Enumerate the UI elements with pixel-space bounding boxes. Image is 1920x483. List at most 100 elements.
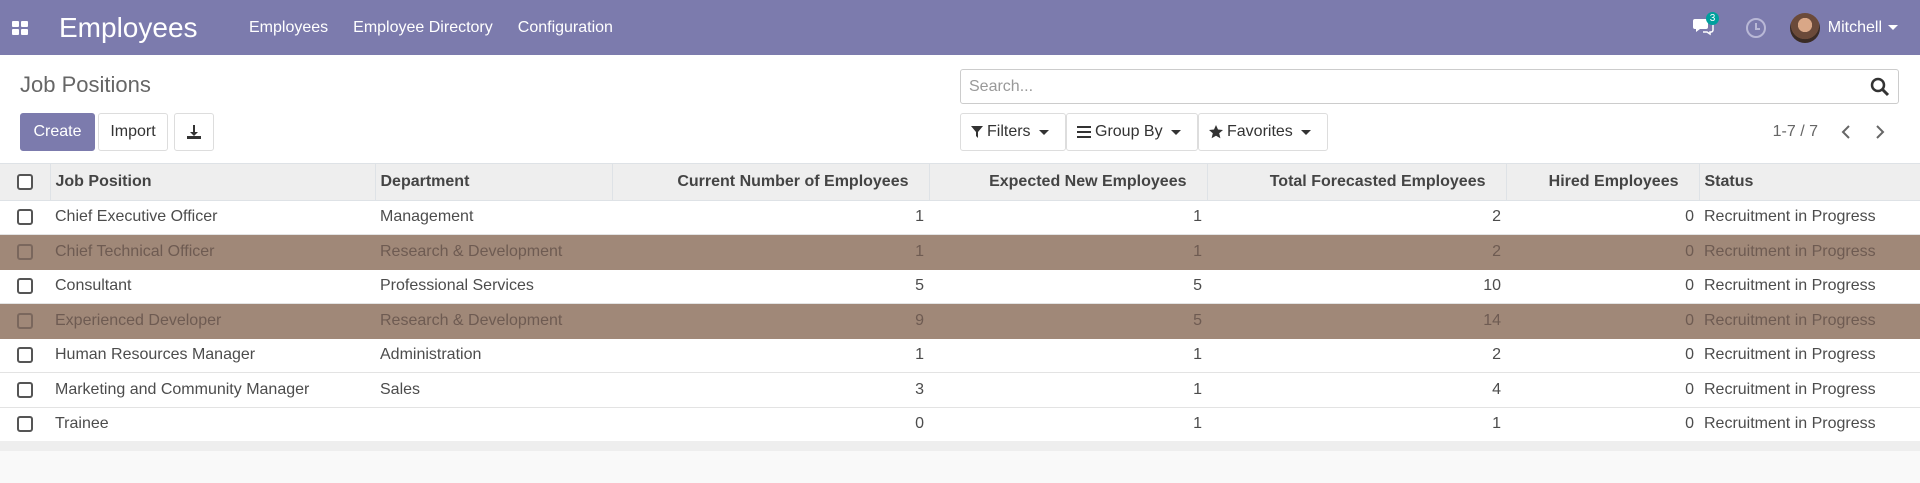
row-checkbox[interactable]: [17, 243, 33, 260]
filter-icon: [971, 126, 983, 138]
chevron-down-icon: [1300, 129, 1311, 135]
column-header-department[interactable]: Department: [375, 164, 613, 201]
status-cell: Recruitment in Progress: [1699, 303, 1920, 339]
favorites-label: Favorites: [1227, 123, 1293, 140]
job-position-cell: Trainee: [50, 407, 375, 442]
menu-employees[interactable]: Employees: [249, 19, 328, 37]
status-cell: Recruitment in Progress: [1699, 269, 1920, 304]
current-employees-cell: 1: [612, 338, 929, 373]
select-all-checkbox-cell[interactable]: [0, 164, 51, 201]
row-checkbox-cell[interactable]: [0, 200, 50, 235]
create-button[interactable]: Create: [20, 113, 95, 151]
import-button[interactable]: Import: [98, 113, 168, 151]
filters-dropdown[interactable]: Filters: [960, 113, 1066, 151]
table-row[interactable]: Chief Executive Officer Management 1 1 2 0 Rec…: [0, 200, 1920, 235]
chevron-right-icon: [1876, 125, 1885, 139]
table-row[interactable]: Trainee 0 1 1 0 Recruitment in Progress: [0, 407, 1920, 442]
status-cell: Recruitment in Progress: [1699, 338, 1920, 373]
job-position-cell: Consultant: [50, 269, 375, 304]
table-header-row: Job Position Department Current Number o…: [0, 164, 1920, 201]
column-header-job-position[interactable]: Job Position: [50, 164, 376, 201]
row-checkbox-cell[interactable]: [0, 407, 50, 442]
column-header-current-employees[interactable]: Current Number of Employees: [612, 164, 930, 201]
clock-icon[interactable]: [1745, 17, 1766, 38]
table-row[interactable]: Chief Technical Officer Research & Develo…: [0, 234, 1920, 270]
total-forecasted-cell: 14: [1207, 303, 1506, 339]
star-icon: [1209, 125, 1223, 139]
table-row[interactable]: Consultant Professional Services 5 5 10 0 Recr…: [0, 269, 1920, 304]
expected-new-cell: 5: [929, 303, 1207, 339]
department-cell: Administration: [375, 338, 612, 373]
job-positions-table: Job Position Department Current Number o…: [0, 164, 1920, 442]
status-cell: Recruitment in Progress: [1699, 407, 1920, 442]
department-cell: [375, 407, 612, 442]
row-checkbox-cell[interactable]: [0, 372, 50, 408]
row-checkbox[interactable]: [17, 209, 33, 226]
status-cell: Recruitment in Progress: [1699, 234, 1920, 270]
pager-next-button[interactable]: [1870, 122, 1890, 142]
column-header-status[interactable]: Status: [1699, 164, 1920, 201]
expected-new-cell: 1: [929, 407, 1207, 442]
row-checkbox[interactable]: [17, 381, 33, 398]
row-checkbox-cell[interactable]: [0, 269, 50, 304]
groupby-label: Group By: [1095, 123, 1163, 140]
column-header-total-forecasted[interactable]: Total Forecasted Employees: [1207, 164, 1507, 201]
row-checkbox[interactable]: [17, 416, 33, 433]
row-checkbox-cell[interactable]: [0, 338, 50, 373]
avatar[interactable]: [1789, 12, 1820, 43]
expected-new-cell: 1: [929, 200, 1207, 235]
expected-new-cell: 1: [929, 234, 1207, 270]
job-position-cell: Chief Executive Officer: [50, 200, 375, 235]
control-panel: Job Positions Create Import Filters Grou…: [0, 55, 1920, 164]
user-name[interactable]: Mitchell: [1828, 19, 1882, 37]
department-cell: Research & Development: [375, 234, 612, 270]
current-employees-cell: 1: [612, 200, 929, 235]
total-forecasted-cell: 2: [1207, 338, 1506, 373]
menu-employee-directory[interactable]: Employee Directory: [353, 19, 493, 37]
download-icon: [187, 125, 201, 139]
row-checkbox-cell[interactable]: [0, 303, 50, 339]
favorites-dropdown[interactable]: Favorites: [1198, 113, 1328, 151]
current-employees-cell: 9: [612, 303, 929, 339]
expected-new-cell: 1: [929, 338, 1207, 373]
current-employees-cell: 5: [612, 269, 929, 304]
list-view: Job Position Department Current Number o…: [0, 164, 1920, 442]
expected-new-cell: 1: [929, 372, 1207, 408]
row-checkbox[interactable]: [17, 312, 33, 329]
hired-employees-cell: 0: [1506, 303, 1699, 339]
search-bar: [960, 69, 1899, 104]
chevron-down-icon[interactable]: [1888, 25, 1898, 30]
department-cell: Sales: [375, 372, 612, 408]
apps-menu-icon[interactable]: [0, 0, 40, 55]
status-cell: Recruitment in Progress: [1699, 200, 1920, 235]
menu-configuration[interactable]: Configuration: [518, 19, 613, 37]
list-footer: [0, 441, 1920, 451]
filters-label: Filters: [987, 123, 1031, 140]
current-employees-cell: 0: [612, 407, 929, 442]
search-icon[interactable]: [1870, 77, 1890, 97]
row-checkbox-cell[interactable]: [0, 234, 50, 270]
chat-count-badge: 3: [1705, 11, 1720, 25]
table-row[interactable]: Experienced Developer Research & Developm…: [0, 303, 1920, 339]
department-cell: Research & Development: [375, 303, 612, 339]
total-forecasted-cell: 10: [1207, 269, 1506, 304]
chevron-left-icon: [1841, 125, 1850, 139]
search-input[interactable]: [961, 70, 1861, 103]
app-brand[interactable]: Employees: [59, 12, 249, 44]
column-header-hired[interactable]: Hired Employees: [1506, 164, 1700, 201]
hired-employees-cell: 0: [1506, 407, 1699, 442]
row-checkbox[interactable]: [17, 347, 33, 364]
select-all-checkbox[interactable]: [16, 173, 33, 190]
table-row[interactable]: Human Resources Manager Administration 1 1 2…: [0, 338, 1920, 373]
chat-icon[interactable]: 3: [1692, 11, 1720, 40]
total-forecasted-cell: 2: [1207, 234, 1506, 270]
column-header-expected-new[interactable]: Expected New Employees: [929, 164, 1208, 201]
download-button[interactable]: [174, 113, 214, 151]
pager-previous-button[interactable]: [1836, 122, 1856, 142]
pager-value[interactable]: 1-7 / 7: [1773, 123, 1818, 141]
table-row[interactable]: Marketing and Community Manager Sales 3 1 4 0…: [0, 372, 1920, 408]
hired-employees-cell: 0: [1506, 234, 1699, 270]
groupby-dropdown[interactable]: Group By: [1066, 113, 1198, 151]
navbar-systray: 3 Mitchell: [1692, 0, 1920, 55]
row-checkbox[interactable]: [17, 278, 33, 295]
